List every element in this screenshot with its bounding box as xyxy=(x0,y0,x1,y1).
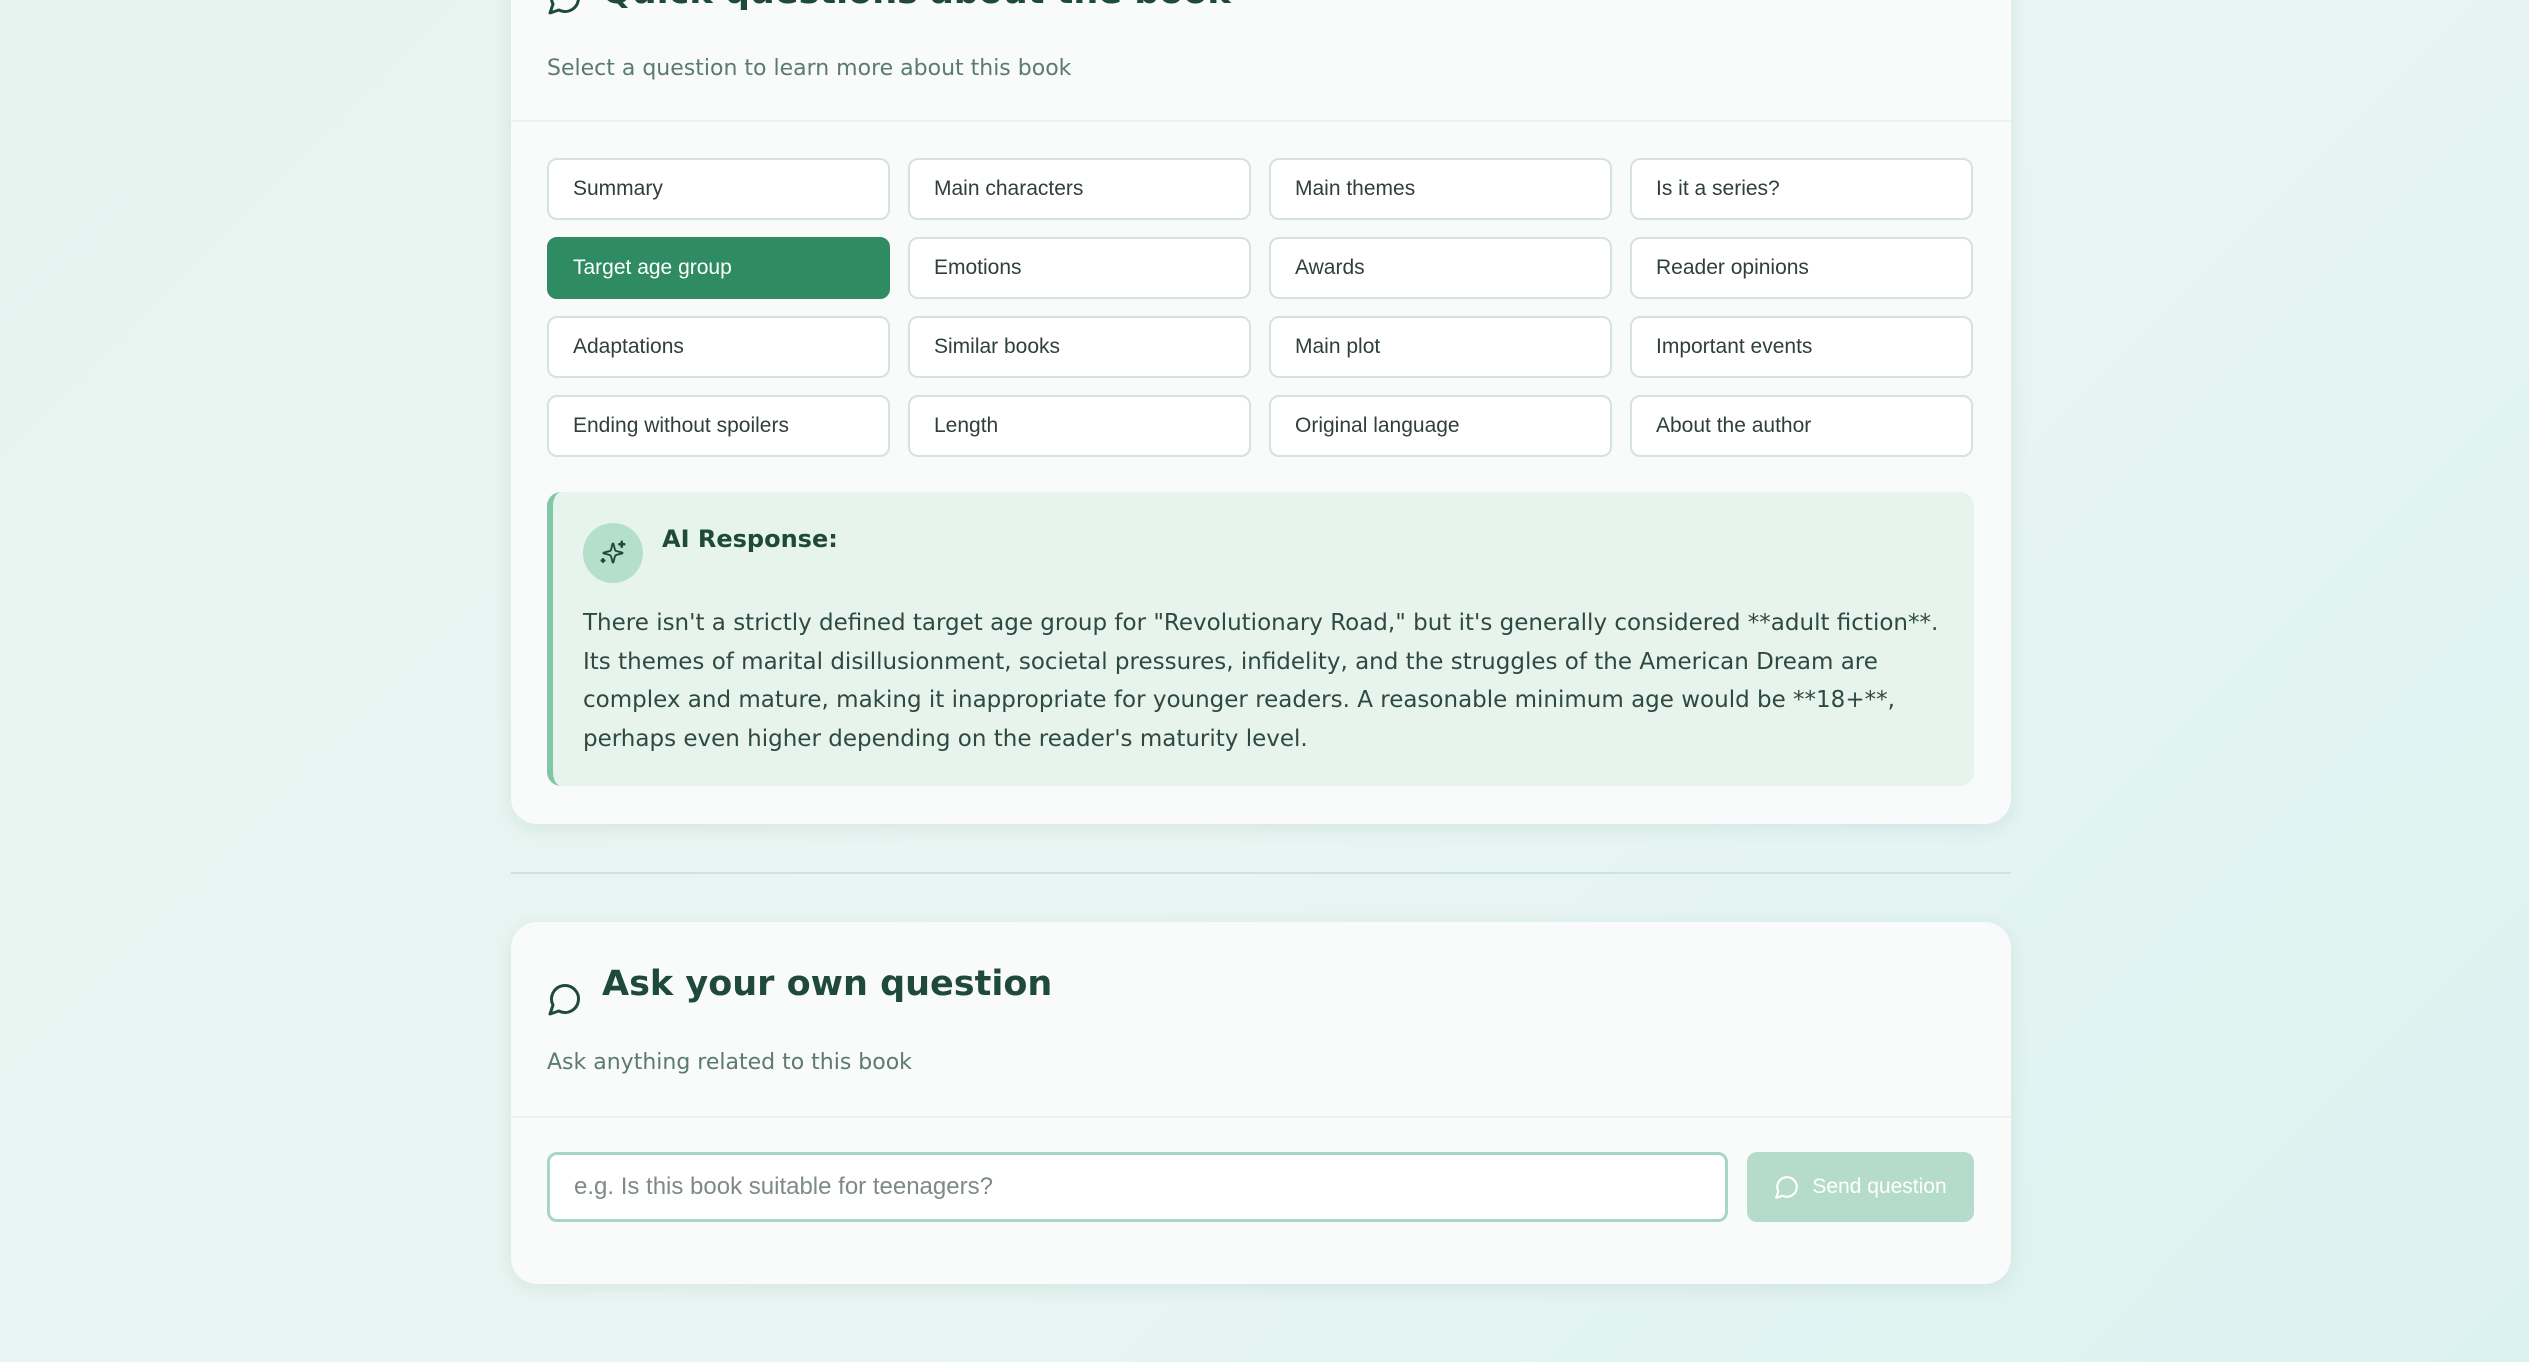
quick-questions-header: Quick questions about the book Select a … xyxy=(511,0,2011,122)
question-button-target-age-group[interactable]: Target age group xyxy=(547,237,890,299)
question-button-awards[interactable]: Awards xyxy=(1269,237,1612,299)
question-input[interactable] xyxy=(547,1152,1728,1222)
quick-questions-subtitle: Select a question to learn more about th… xyxy=(547,56,1072,81)
message-circle-icon xyxy=(548,983,581,1016)
own-question-subtitle: Ask anything related to this book xyxy=(547,1050,912,1075)
ai-response-box: AI Response: There isn't a strictly defi… xyxy=(547,492,1974,786)
question-button-ending-without-spoilers[interactable]: Ending without spoilers xyxy=(547,395,890,457)
question-button-emotions[interactable]: Emotions xyxy=(908,237,1251,299)
ai-response-label: AI Response: xyxy=(662,525,838,553)
own-question-title: Ask your own question xyxy=(602,964,1053,1004)
question-button-is-it-a-series[interactable]: Is it a series? xyxy=(1630,158,1973,220)
question-button-adaptations[interactable]: Adaptations xyxy=(547,316,890,378)
send-question-button[interactable]: Send question xyxy=(1747,1152,1974,1222)
own-question-header: Ask your own question Ask anything relat… xyxy=(511,922,2011,1118)
question-button-important-events[interactable]: Important events xyxy=(1630,316,1973,378)
message-circle-icon xyxy=(548,0,580,15)
section-divider xyxy=(511,872,2011,874)
quick-questions-card: Quick questions about the book Select a … xyxy=(511,0,2011,824)
question-button-about-the-author[interactable]: About the author xyxy=(1630,395,1973,457)
question-button-original-language[interactable]: Original language xyxy=(1269,395,1612,457)
question-button-main-themes[interactable]: Main themes xyxy=(1269,158,1612,220)
question-button-reader-opinions[interactable]: Reader opinions xyxy=(1630,237,1973,299)
quick-questions-title: Quick questions about the book xyxy=(602,0,1231,12)
question-button-summary[interactable]: Summary xyxy=(547,158,890,220)
question-button-main-characters[interactable]: Main characters xyxy=(908,158,1251,220)
ai-avatar xyxy=(583,523,643,583)
message-circle-icon xyxy=(1775,1176,1799,1199)
question-button-similar-books[interactable]: Similar books xyxy=(908,316,1251,378)
question-button-main-plot[interactable]: Main plot xyxy=(1269,316,1612,378)
question-button-length[interactable]: Length xyxy=(908,395,1251,457)
sparkles-icon xyxy=(600,540,626,564)
send-question-label: Send question xyxy=(1812,1175,1947,1198)
ai-response-text: There isn't a strictly defined target ag… xyxy=(583,610,1939,752)
own-question-card: Ask your own question Ask anything relat… xyxy=(511,922,2011,1284)
question-button-grid: Summary Main characters Main themes Is it a… xyxy=(547,158,1974,457)
